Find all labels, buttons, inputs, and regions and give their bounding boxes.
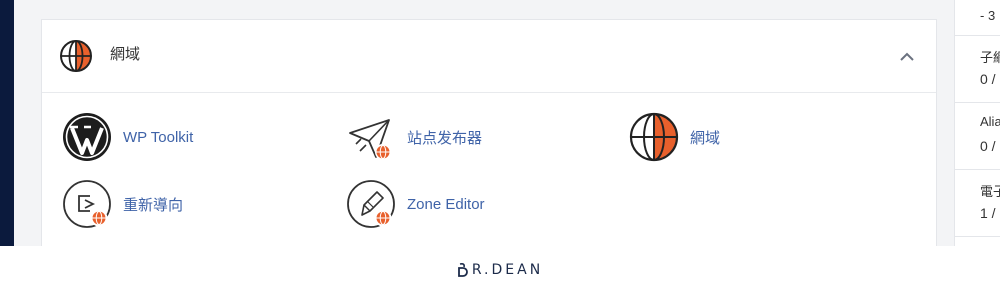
dr-dean-logo-icon	[457, 263, 468, 277]
tool-label: Zone Editor	[407, 195, 485, 213]
chevron-up-icon[interactable]	[896, 46, 918, 68]
tool-zone-editor[interactable]: Zone Editor	[345, 178, 485, 230]
globe-icon	[629, 112, 679, 162]
tool-label: 站点发布器	[407, 129, 483, 147]
left-sidebar-edge	[0, 0, 14, 246]
site-publisher-icon	[349, 119, 391, 160]
stat-fragment: - 3	[980, 8, 996, 23]
stats-sidebar: - 3 子網 0 / ∞ Alias 0 / ∞ 電子 1 / ∞	[954, 0, 1000, 246]
stat-label: 子網	[980, 50, 1000, 65]
stat-label: 電子	[980, 184, 1000, 199]
tool-label: WP Toolkit	[123, 128, 194, 146]
tool-site-publisher[interactable]: 站点发布器	[345, 111, 482, 163]
tool-wp-toolkit[interactable]: WP Toolkit	[61, 111, 193, 163]
stat-aliases: Alias 0 / ∞	[955, 102, 1000, 169]
brand-watermark: R.DEAN	[0, 262, 1000, 283]
panel-title: 網域	[110, 46, 141, 63]
brand-logo: R.DEAN	[457, 262, 543, 278]
zone-editor-icon	[347, 180, 395, 228]
wordpress-icon	[63, 113, 111, 161]
cpanel-screen: 網域 WP Toolkit 站点发布器 網域 重新導向 Zone Editor …	[0, 0, 1000, 246]
brand-text: R.DEAN	[471, 262, 544, 278]
tool-label: 網域	[690, 129, 721, 147]
domains-panel: 網域 WP Toolkit 站点发布器 網域 重新導向 Zone Editor	[41, 19, 937, 246]
redirect-icon	[63, 180, 111, 228]
stat-value: 0 / ∞	[980, 138, 1000, 154]
stat-value: 0 / ∞	[980, 71, 1000, 87]
tool-domains[interactable]: 網域	[628, 111, 720, 163]
globe-icon	[60, 40, 92, 72]
stat-email: 電子 1 / ∞	[955, 169, 1000, 236]
tool-label: 重新導向	[123, 196, 184, 214]
stat-divider	[955, 236, 1000, 246]
stat-subdomains: 子網 0 / ∞	[955, 35, 1000, 102]
stat-value: 1 / ∞	[980, 205, 1000, 221]
panel-header[interactable]: 網域	[42, 20, 936, 93]
tool-redirects[interactable]: 重新導向	[61, 178, 183, 230]
stat-label: Alias	[980, 114, 1000, 129]
